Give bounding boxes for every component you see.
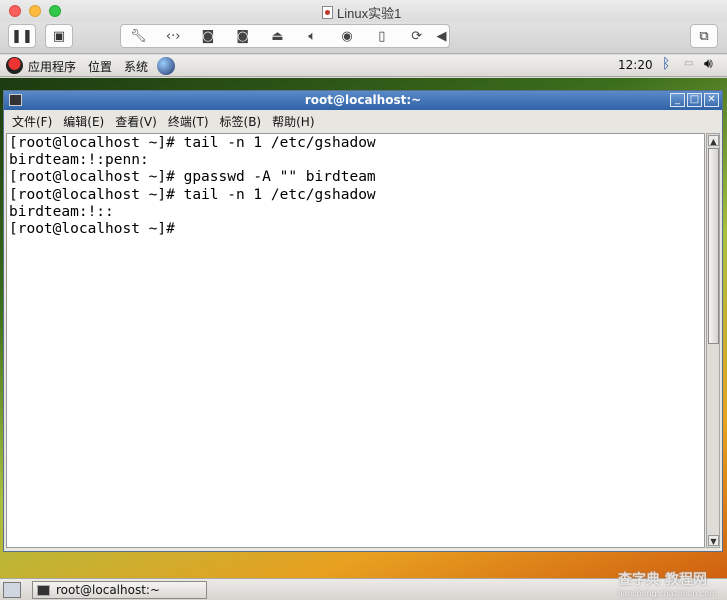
printer-icon[interactable]: ⏏ (260, 29, 295, 44)
menu-places[interactable]: 位置 (88, 58, 112, 75)
panel-clock[interactable]: 12:20 (618, 58, 653, 72)
terminal-small-icon (37, 584, 50, 596)
terminal-line: birdteam:!:: (9, 203, 114, 220)
device-toolbar-group: 🔧︎ ‹·› ◙ ◙ ⏏ 🔈︎ ◉ ▯ ⟳ ◀ (120, 24, 450, 48)
terminal-line: [root@localhost ~]# (9, 221, 175, 238)
vm-toolbar: ❚❚ ▣ 🔧︎ ‹·› ◙ ◙ ⏏ 🔈︎ ◉ ▯ ⟳ ◀ ⧉ (0, 22, 727, 54)
snapshot-button[interactable]: ▣ (45, 24, 73, 48)
redhat-logo-icon[interactable] (6, 57, 23, 74)
audio-icon[interactable]: 🔈︎ (295, 29, 330, 44)
disk1-icon[interactable]: ◙ (191, 29, 226, 44)
watermark-sub: jiaocheng.chazidian.com (617, 589, 717, 598)
watermark-main: 查字典 教程网 (617, 572, 707, 588)
minimize-icon: _ (675, 94, 680, 105)
bluetooth-icon[interactable]: ᛒ (662, 56, 670, 72)
menu-file[interactable]: 文件(F) (12, 113, 52, 130)
close-window-button[interactable] (9, 5, 21, 17)
terminal-output[interactable]: [root@localhost ~]# tail -n 1 /etc/gshad… (6, 133, 705, 548)
mouse-icon[interactable]: ▯ (364, 29, 399, 44)
menu-terminal[interactable]: 终端(T) (168, 113, 209, 130)
collapse-arrow-icon[interactable]: ◀ (434, 29, 449, 44)
zoom-window-button[interactable] (49, 5, 61, 17)
maximize-icon: □ (689, 94, 700, 105)
scrollbar-thumb[interactable] (708, 148, 719, 344)
camera-icon[interactable]: ◉ (330, 29, 365, 44)
sync-icon[interactable]: ⟳ (399, 29, 434, 44)
menu-help[interactable]: 帮助(H) (272, 113, 314, 130)
fullscreen-icon: ⧉ (699, 28, 709, 44)
vm-title: Linux实验1 (322, 3, 401, 22)
vm-document-icon (322, 6, 333, 19)
settings-wrench-icon[interactable]: 🔧︎ (121, 29, 156, 44)
terminal-scrollbar[interactable]: ▲ ▼ (706, 133, 720, 548)
network-icon[interactable]: ‹·› (156, 29, 191, 44)
show-desktop-icon[interactable] (3, 582, 21, 598)
terminal-window: root@localhost:~ _ □ ✕ 文件(F) 编辑(E) 查看(V)… (3, 90, 723, 552)
menu-tabs[interactable]: 标签(B) (220, 113, 262, 130)
gnome-bottom-panel: root@localhost:~ 查字典 教程网 jiaocheng.chazi… (0, 572, 727, 600)
close-icon: ✕ (707, 94, 716, 105)
vm-titlebar: Linux实验1 (0, 0, 727, 22)
menu-system[interactable]: 系统 (124, 58, 148, 75)
scroll-down-arrow-icon[interactable]: ▼ (708, 535, 719, 546)
browser-launcher-icon[interactable] (157, 57, 175, 75)
terminal-line: birdteam:!:penn: (9, 152, 149, 169)
terminal-close-button[interactable]: ✕ (704, 93, 719, 107)
minimize-window-button[interactable] (29, 5, 41, 17)
menu-view[interactable]: 查看(V) (115, 113, 157, 130)
menu-edit[interactable]: 编辑(E) (63, 113, 104, 130)
terminal-menubar: 文件(F) 编辑(E) 查看(V) 终端(T) 标签(B) 帮助(H) (4, 110, 722, 132)
disk2-icon[interactable]: ◙ (225, 29, 260, 44)
pause-button[interactable]: ❚❚ (8, 24, 36, 48)
volume-icon[interactable]: 🔊︎ (704, 56, 713, 72)
terminal-line: [root@localhost ~]# gpasswd -A "" birdte… (9, 169, 376, 186)
scroll-up-arrow-icon[interactable]: ▲ (708, 135, 719, 146)
taskbar-item-label: root@localhost:~ (56, 583, 161, 597)
battery-icon[interactable]: ▭ (684, 58, 693, 69)
terminal-maximize-button[interactable]: □ (687, 93, 702, 107)
terminal-line: [root@localhost ~]# tail -n 1 /etc/gshad… (9, 135, 376, 151)
menu-applications[interactable]: 应用程序 (28, 58, 76, 75)
gnome-top-panel: 应用程序 位置 系统 12:20 ᛒ ▭ 🔊︎ (0, 55, 727, 77)
terminal-titlebar[interactable]: root@localhost:~ _ □ ✕ (4, 91, 722, 110)
terminal-title: root@localhost:~ (304, 93, 422, 107)
pause-icon: ❚❚ (11, 28, 33, 44)
watermark: 查字典 教程网 jiaocheng.chazidian.com (618, 569, 717, 598)
terminal-minimize-button[interactable]: _ (670, 93, 685, 107)
taskbar-item-terminal[interactable]: root@localhost:~ (32, 581, 207, 599)
terminal-line: [root@localhost ~]# tail -n 1 /etc/gshad… (9, 186, 376, 203)
vm-title-text: Linux实验1 (337, 6, 402, 21)
fullscreen-button[interactable]: ⧉ (690, 24, 718, 48)
snapshot-icon: ▣ (52, 28, 66, 44)
